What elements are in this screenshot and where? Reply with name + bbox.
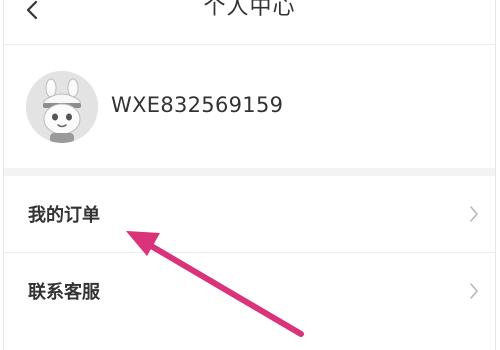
top-nav-bar: 个人中心 xyxy=(4,0,495,45)
page-title: 个人中心 xyxy=(203,0,296,20)
chevron-right-icon xyxy=(470,283,478,299)
robot-avatar-icon xyxy=(26,71,98,143)
menu-item-label: 我的订单 xyxy=(28,205,100,226)
chevron-right-icon xyxy=(470,206,478,222)
username: WXE832569159 xyxy=(111,93,284,117)
section-divider xyxy=(4,168,495,176)
phone-screen: 个人中心 WXE832569159 我的订单 联系客服 xyxy=(3,0,496,350)
avatar[interactable] xyxy=(26,71,98,143)
menu-item-customer-service[interactable]: 联系客服 xyxy=(4,253,495,329)
menu-item-label: 联系客服 xyxy=(28,282,100,303)
profile-section[interactable]: WXE832569159 xyxy=(4,45,495,168)
menu-item-my-orders[interactable]: 我的订单 xyxy=(4,176,495,253)
